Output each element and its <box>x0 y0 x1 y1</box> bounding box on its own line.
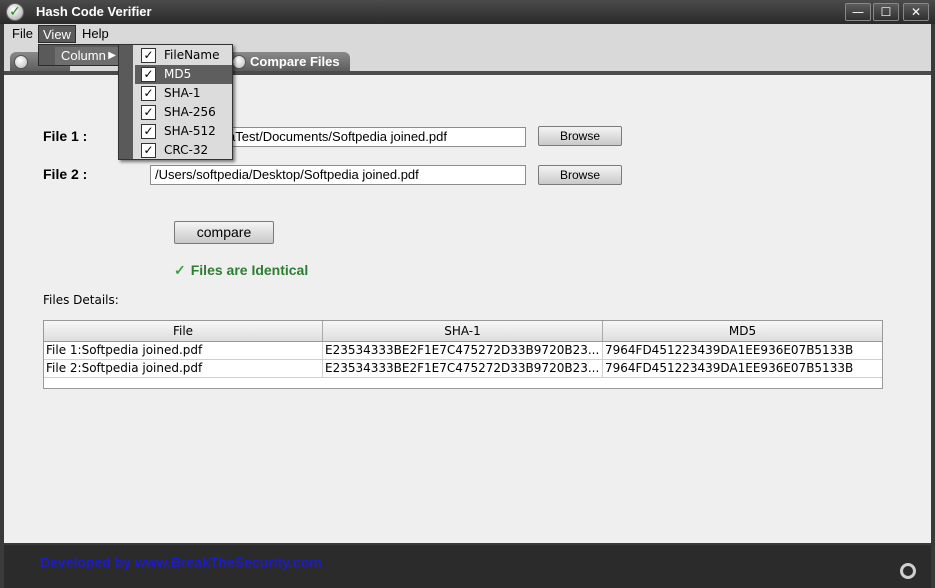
menu-item-column[interactable]: Column ▶ <box>55 47 119 65</box>
menu-view[interactable]: View <box>38 25 76 43</box>
checkbox-checked-icon[interactable]: ✓ <box>141 105 156 120</box>
close-button[interactable]: ✕ <box>903 3 929 21</box>
cell-md5: 7964FD451223439DA1EE936E07B5133B <box>605 361 854 375</box>
check-icon: ✓ <box>174 262 186 278</box>
compare-button[interactable]: compare <box>174 221 274 244</box>
column-toggle-label: FileName <box>164 48 220 62</box>
window-title: Hash Code Verifier <box>36 4 152 19</box>
file2-browse-button[interactable]: Browse <box>538 165 622 185</box>
column-toggle-md5[interactable]: ✓ MD5 <box>135 65 232 84</box>
column-header-md5[interactable]: MD5 <box>603 321 882 341</box>
menu-help[interactable]: Help <box>78 25 113 43</box>
checkbox-checked-icon[interactable]: ✓ <box>141 48 156 63</box>
minimize-button[interactable]: — <box>845 3 871 21</box>
file2-path-field[interactable]: /Users/softpedia/Desktop/Softpedia joine… <box>150 165 526 185</box>
column-header-sha1[interactable]: SHA-1 <box>323 321 603 341</box>
column-toggle-label: CRC-32 <box>164 143 209 157</box>
column-toggle-filename[interactable]: ✓ FileName <box>135 46 232 65</box>
view-menu-popup: Column ▶ <box>38 44 120 66</box>
column-toggle-sha512[interactable]: ✓ SHA-512 <box>135 122 232 141</box>
magnifier-icon <box>232 55 246 69</box>
submenu-arrow-icon: ▶ <box>108 50 116 61</box>
tab-compare-files[interactable]: Compare Files <box>228 52 350 72</box>
title-bar: ✓ Hash Code Verifier — ☐ ✕ <box>0 0 935 24</box>
footer-bar: Developed by www.BreakTheSecurity.com <box>4 545 931 588</box>
menu-item-column-label: Column <box>61 48 106 63</box>
developer-credit-link[interactable]: Developed by www.BreakTheSecurity.com <box>40 554 322 570</box>
submenu-strip <box>119 45 133 159</box>
column-submenu: ✓ FileName ✓ MD5 ✓ SHA-1 ✓ SHA-256 ✓ SHA… <box>118 44 233 160</box>
checkbox-checked-icon[interactable]: ✓ <box>141 143 156 158</box>
table-header: File SHA-1 MD5 <box>44 321 882 342</box>
column-toggle-sha1[interactable]: ✓ SHA-1 <box>135 84 232 103</box>
column-toggle-crc32[interactable]: ✓ CRC-32 <box>135 141 232 160</box>
column-toggle-label: SHA-256 <box>164 105 216 119</box>
file2-label: File 2 : <box>43 166 88 182</box>
cell-file: File 2:Softpedia joined.pdf <box>44 360 323 377</box>
column-toggle-sha256[interactable]: ✓ SHA-256 <box>135 103 232 122</box>
checkbox-checked-icon[interactable]: ✓ <box>141 86 156 101</box>
column-toggle-label: SHA-512 <box>164 124 216 138</box>
tab-label: Compare Files <box>250 54 340 69</box>
cell-sha1: E23534333BE2F1E7C475272D33B9720B23... <box>323 360 603 377</box>
status-text: Files are Identical <box>190 262 309 278</box>
app-check-icon: ✓ <box>6 3 24 21</box>
tab-file-icon <box>14 55 28 69</box>
menu-file[interactable]: File <box>8 25 37 43</box>
menu-bar: File View Help <box>0 24 935 44</box>
cell-file: File 1:Softpedia joined.pdf <box>44 342 323 359</box>
result-status: ✓ Files are Identical <box>174 262 308 279</box>
column-toggle-label: SHA-1 <box>164 86 201 100</box>
files-details-label: Files Details: <box>43 293 119 307</box>
cell-sha1: E23534333BE2F1E7C475272D33B9720B23... <box>323 342 603 359</box>
file1-browse-button[interactable]: Browse <box>538 126 622 146</box>
cell-md5: 7964FD451223439DA1EE936E07B5133B <box>605 343 854 357</box>
column-toggle-label: MD5 <box>164 67 192 81</box>
resize-grip-icon[interactable] <box>900 563 916 579</box>
checkbox-checked-icon[interactable]: ✓ <box>141 67 156 82</box>
file1-label: File 1 : <box>43 128 88 144</box>
column-header-file[interactable]: File <box>44 321 323 341</box>
table-row[interactable]: File 1:Softpedia joined.pdf E23534333BE2… <box>44 342 882 360</box>
maximize-button[interactable]: ☐ <box>873 3 899 21</box>
table-row[interactable]: File 2:Softpedia joined.pdf E23534333BE2… <box>44 360 882 378</box>
details-table: File SHA-1 MD5 File 1:Softpedia joined.p… <box>43 320 883 389</box>
checkbox-checked-icon[interactable]: ✓ <box>141 124 156 139</box>
